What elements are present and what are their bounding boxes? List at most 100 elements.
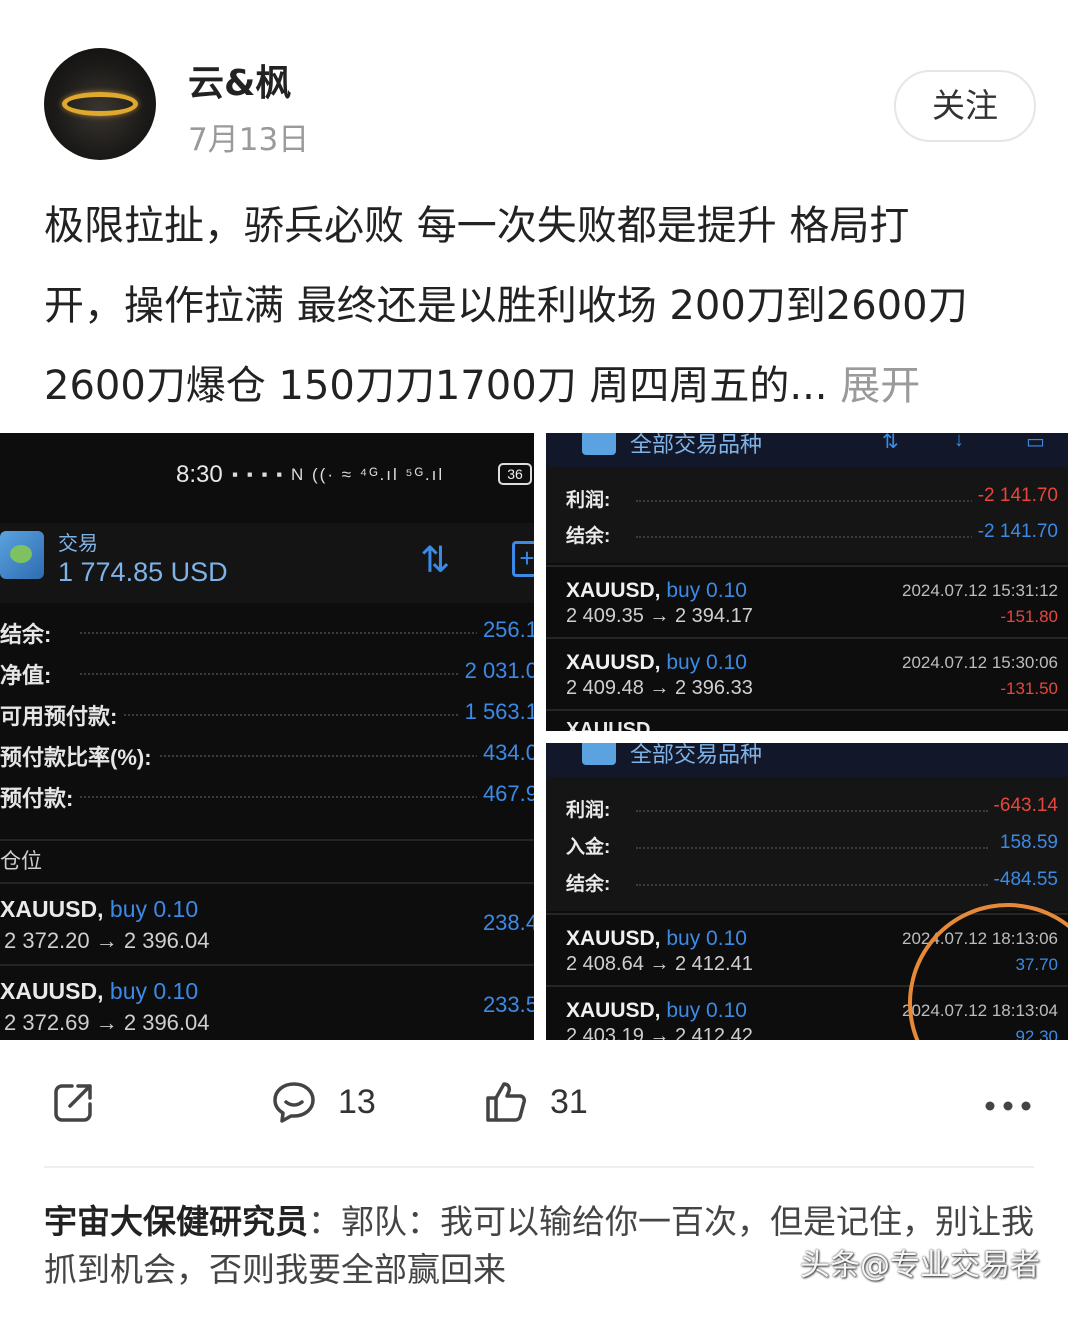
position-profit: 238.4	[482, 910, 534, 935]
app-logo-icon	[582, 433, 616, 455]
app-logo-icon	[0, 531, 44, 579]
account-value: 256.1	[476, 617, 534, 643]
account-value: 467.9	[476, 781, 534, 807]
expand-link[interactable]: 展开	[840, 363, 920, 409]
account-label: 可用预付款:	[0, 699, 124, 731]
deal-pl: -131.50	[1000, 679, 1058, 698]
deal-side: buy 0.10	[666, 927, 747, 950]
avatar[interactable]	[44, 48, 156, 160]
share-button[interactable]	[50, 1078, 98, 1126]
trade-screenshot[interactable]: 8:30 ▪ ▪ ▪ ▪ N ((· ≈ ⁴ᴳ.ıl ⁵ᴳ.ıl 36 交易 1…	[0, 433, 534, 1040]
status-bar: 8:30 ▪ ▪ ▪ ▪ N ((· ≈ ⁴ᴳ.ıl ⁵ᴳ.ıl 36	[0, 461, 534, 497]
watermark: 头条@专业交易者	[800, 1248, 1040, 1283]
summary-label: 利润:	[566, 485, 617, 512]
thumbs-up-icon	[486, 1082, 526, 1122]
deal-price: 2 408.64 → 2 412.41	[566, 953, 753, 975]
account-row: 预付款: 467.9	[0, 773, 534, 814]
deal-symbol: XAUUSD,	[566, 651, 661, 674]
account-label: 预付款比率(%):	[0, 740, 158, 772]
deal-side: buy 0.10	[666, 579, 747, 602]
account-row: 净值: 2 031.0	[0, 650, 534, 691]
history-screenshot[interactable]: 全部交易品种 利润: -643.14 入金: 158.59 结余: -484.55 X…	[546, 743, 1068, 1040]
history-header: 全部交易品种 ⇅ ↓ ▭	[546, 433, 1068, 467]
summary-row: 入金: 158.59	[546, 828, 1068, 864]
comment-icon	[273, 1082, 315, 1123]
deal-price: 2 403.19 → 2 412.42	[566, 1025, 753, 1040]
comment-author[interactable]: 宇宙大保健研究员	[44, 1202, 308, 1241]
trade-title: 交易	[58, 533, 98, 555]
post-text: 极限拉扯，骄兵必败 每一次失败都是提升 格局打 开，操作拉满 最终还是以胜利收场…	[44, 186, 1034, 426]
status-icons: ▪ ▪ ▪ ▪ N ((· ≈ ⁴ᴳ.ıl ⁵ᴳ.ıl	[232, 465, 445, 484]
summary-row: 利润: -643.14	[546, 791, 1068, 827]
deal-row-partial: XAUUSD	[546, 709, 1068, 731]
sort-icon: ⇅	[882, 433, 899, 453]
position-price: 2 372.20 → 2 396.04	[4, 928, 210, 953]
summary-label: 入金:	[566, 832, 617, 859]
account-label: 结余:	[0, 617, 58, 649]
deal-side: buy 0.10	[666, 999, 747, 1022]
deal-symbol: XAUUSD	[566, 719, 651, 731]
position-symbol: XAUUSD, buy 0.10	[0, 896, 199, 922]
position-row[interactable]: XAUUSD, buy 0.10 2 372.69 → 2 396.04 233…	[0, 964, 534, 1040]
summary-value: -2 141.70	[971, 521, 1058, 543]
deal-time: 2024.07.12 15:31:12	[902, 581, 1058, 600]
gold-ring-image	[62, 92, 138, 116]
like-count: 31	[550, 1082, 588, 1121]
summary-value: 158.59	[993, 832, 1058, 854]
account-value: 2 031.0	[458, 658, 534, 684]
divider	[44, 1166, 1034, 1168]
position-side: buy 0.10	[109, 978, 199, 1004]
position-price: 2 372.69 → 2 396.04	[4, 1010, 210, 1035]
more-icon[interactable]	[984, 1100, 1032, 1112]
battery-icon: 36	[498, 463, 532, 485]
account-row: 可用预付款: 1 563.1	[0, 691, 534, 732]
deal-pl: -151.80	[1000, 607, 1058, 626]
summary-row: 利润: -2 141.70	[546, 481, 1068, 517]
summary-label: 结余:	[566, 521, 617, 548]
history-header: 全部交易品种	[546, 743, 1068, 777]
sort-icon: ⇅	[420, 539, 451, 580]
summary-label: 结余:	[566, 869, 617, 896]
action-bar: 13 31	[0, 1070, 1068, 1140]
app-logo-icon	[582, 743, 616, 765]
summary-value: -2 141.70	[971, 485, 1058, 507]
summary-row: 结余: -484.55	[546, 865, 1068, 901]
history-header-title: 全部交易品种	[630, 433, 763, 457]
summary-row: 结余: -2 141.70	[546, 517, 1068, 553]
history-header-title: 全部交易品种	[630, 743, 763, 767]
deal-row[interactable]: XAUUSD, buy 0.10 2 409.35 → 2 394.17 202…	[546, 565, 1068, 637]
deal-time: 2024.07.12 15:30:06	[902, 653, 1058, 672]
trade-amount: 1 774.85 USD	[58, 557, 228, 587]
like-button[interactable]: 31	[482, 1078, 588, 1126]
filter-icon: ↓	[954, 433, 964, 451]
position-symbol: XAUUSD, buy 0.10	[0, 978, 199, 1004]
deal-symbol: XAUUSD,	[566, 927, 661, 950]
calendar-icon: ▭	[1026, 433, 1045, 453]
deal-price: 2 409.35 → 2 394.17	[566, 605, 753, 627]
post-username[interactable]: 云&枫	[188, 54, 291, 106]
post-date: 7月13日	[188, 122, 310, 158]
account-value: 434.0	[476, 740, 534, 766]
comment-button[interactable]: 13	[270, 1078, 376, 1126]
comment-separator: ：	[308, 1202, 341, 1241]
summary-value: -484.55	[987, 869, 1058, 891]
post-text-line-content: 2600刀爆仓 150刀刀1700刀 周四周五的...	[44, 363, 828, 409]
deal-price: 2 409.48 → 2 396.33	[566, 677, 753, 699]
account-summary: 结余: 256.1 净值: 2 031.0 可用预付款: 1 563.1 预付款比率(…	[0, 609, 534, 814]
account-label: 净值:	[0, 658, 58, 690]
account-row: 预付款比率(%): 434.0	[0, 732, 534, 773]
post-images: 8:30 ▪ ▪ ▪ ▪ N ((· ≈ ⁴ᴳ.ıl ⁵ᴳ.ıl 36 交易 1…	[0, 433, 1068, 1040]
follow-button[interactable]: 关注	[894, 70, 1036, 142]
deal-row[interactable]: XAUUSD, buy 0.10 2 409.48 → 2 396.33 202…	[546, 637, 1068, 709]
account-label: 预付款:	[0, 781, 80, 813]
summary-label: 利润:	[566, 795, 617, 822]
trade-header: 交易 1 774.85 USD ⇅ +	[0, 523, 534, 603]
status-time: 8:30	[176, 461, 223, 488]
comment-count: 13	[338, 1082, 376, 1121]
account-row: 结余: 256.1	[0, 609, 534, 650]
history-screenshot[interactable]: 全部交易品种 ⇅ ↓ ▭ 利润: -2 141.70 结余: -2 141.70 X…	[546, 433, 1068, 731]
account-value: 1 563.1	[458, 699, 534, 725]
position-row[interactable]: XAUUSD, buy 0.10 2 372.20 → 2 396.04 238…	[0, 882, 534, 962]
deal-side: buy 0.10	[666, 651, 747, 674]
position-side: buy 0.10	[109, 896, 199, 922]
